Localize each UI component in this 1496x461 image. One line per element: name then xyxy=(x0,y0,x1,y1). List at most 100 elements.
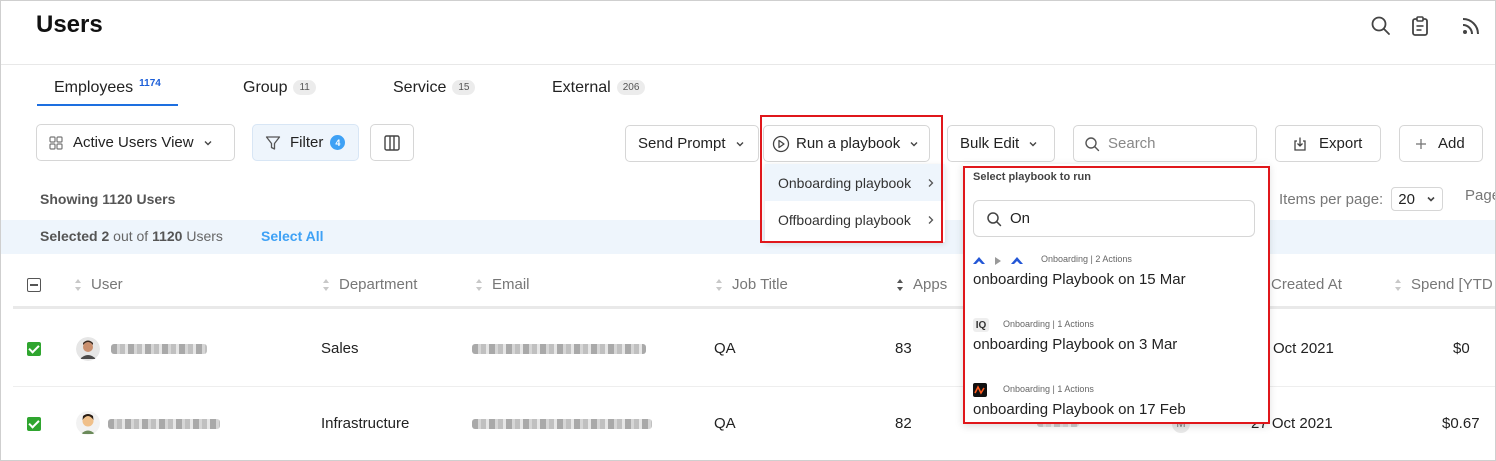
page-title: Users xyxy=(36,11,103,38)
column-label: Email xyxy=(492,276,530,293)
run-playbook-dropdown[interactable]: Run a playbook xyxy=(763,125,930,162)
filter-count-badge: 4 xyxy=(330,135,346,150)
apps-cell: 82 xyxy=(895,415,912,432)
add-button[interactable]: Add xyxy=(1399,125,1483,162)
user-search-field[interactable] xyxy=(1073,125,1257,162)
playbook-app-logo-icon xyxy=(973,383,987,397)
search-icon xyxy=(987,211,1002,226)
chevron-down-icon xyxy=(1029,141,1037,146)
filter-button[interactable]: Filter 4 xyxy=(252,124,359,161)
items-per-page-select[interactable]: 20 xyxy=(1391,187,1444,211)
tab-employees[interactable]: Employees 1174 xyxy=(37,69,178,106)
menu-item-offboarding-playbook[interactable]: Offboarding playbook xyxy=(765,201,945,238)
sort-icon xyxy=(323,278,329,291)
job-title-cell: QA xyxy=(714,340,736,357)
user-name-redacted xyxy=(108,419,220,429)
showing-count: Showing 1120 Users xyxy=(40,191,176,207)
tab-external[interactable]: External 206 xyxy=(552,69,646,106)
column-label: User xyxy=(91,276,123,293)
play-circle-icon xyxy=(772,135,790,152)
chevron-down-icon xyxy=(204,140,212,145)
playbook-meta: Onboarding | 2 Actions xyxy=(1041,254,1132,264)
playbook-result[interactable]: IQ Onboarding | 1 Actions onboarding Pla… xyxy=(973,318,1263,379)
active-users-view-dropdown[interactable]: Active Users View xyxy=(36,124,235,161)
tab-count: 206 xyxy=(616,80,646,95)
columns-icon xyxy=(384,134,400,151)
apps-cell: 83 xyxy=(895,340,912,357)
column-header-email[interactable]: Email xyxy=(474,276,530,293)
picker-heading: Select playbook to run xyxy=(973,171,1091,183)
playbook-name: onboarding Playbook on 17 Feb xyxy=(973,401,1186,418)
bulk-edit-dropdown[interactable]: Bulk Edit xyxy=(947,125,1055,162)
playbook-result[interactable]: Onboarding | 1 Actions onboarding Playbo… xyxy=(973,383,1263,424)
chevron-down-icon xyxy=(736,141,744,146)
items-per-page-value: 20 xyxy=(1398,190,1415,208)
column-header-job-title[interactable]: Job Title xyxy=(714,276,788,293)
tab-label: Service xyxy=(393,78,447,96)
row-checkbox[interactable] xyxy=(27,342,41,356)
column-label: Created At xyxy=(1271,276,1342,293)
department-cell: Infrastructure xyxy=(321,415,410,432)
columns-button[interactable] xyxy=(370,124,414,161)
tab-label: External xyxy=(552,78,611,96)
column-header-department[interactable]: Department xyxy=(321,276,417,293)
column-header-apps[interactable]: Apps xyxy=(895,276,947,293)
tab-count: 11 xyxy=(293,80,316,95)
menu-item-label: Offboarding playbook xyxy=(778,211,911,228)
column-label: Spend [YTD xyxy=(1411,276,1493,293)
selection-bar xyxy=(1,220,1495,254)
export-icon xyxy=(1294,137,1306,151)
playbook-app-logo: IQ xyxy=(973,318,989,332)
grid-icon xyxy=(49,135,63,150)
picker-search-input[interactable] xyxy=(1010,210,1240,227)
row-checkbox[interactable] xyxy=(27,417,41,431)
chevron-down-icon xyxy=(910,141,918,146)
out-of-text: out of xyxy=(113,228,149,244)
email-redacted xyxy=(472,344,646,354)
sort-icon xyxy=(897,278,903,291)
playbook-result[interactable]: Onboarding | 2 Actions onboarding Playbo… xyxy=(973,254,1263,314)
send-prompt-dropdown[interactable]: Send Prompt xyxy=(625,125,759,162)
rss-icon[interactable] xyxy=(1460,15,1482,37)
filter-icon xyxy=(265,135,281,150)
page-label: Page xyxy=(1465,187,1495,204)
playbook-app-logos-icon xyxy=(973,257,1023,265)
menu-item-onboarding-playbook[interactable]: Onboarding playbook xyxy=(765,164,945,201)
chevron-right-icon xyxy=(928,178,934,187)
tab-group[interactable]: Group 11 xyxy=(243,69,316,106)
export-button[interactable]: Export xyxy=(1275,125,1381,162)
bulk-edit-label: Bulk Edit xyxy=(960,135,1020,152)
tab-label: Employees xyxy=(54,78,134,96)
select-all-link[interactable]: Select All xyxy=(261,228,324,244)
search-icon[interactable] xyxy=(1370,15,1392,37)
export-label: Export xyxy=(1319,135,1363,152)
column-header-spend[interactable]: Spend [YTD xyxy=(1393,276,1493,293)
search-icon xyxy=(1085,136,1100,151)
header-divider xyxy=(1,64,1495,65)
users-page: Users Employees 1174 Group 11 Service 15… xyxy=(0,0,1496,461)
column-header-user[interactable]: User xyxy=(73,276,123,293)
picker-search-field[interactable] xyxy=(973,200,1255,237)
menu-item-label: Onboarding playbook xyxy=(778,174,912,191)
tab-service[interactable]: Service 15 xyxy=(393,69,476,106)
clipboard-icon[interactable] xyxy=(1409,15,1431,37)
column-label: Job Title xyxy=(732,276,788,293)
search-input[interactable] xyxy=(1108,135,1248,152)
plus-icon xyxy=(1416,138,1426,149)
email-redacted xyxy=(472,419,652,429)
playbook-meta: Onboarding | 1 Actions xyxy=(1003,384,1094,394)
view-label: Active Users View xyxy=(73,134,194,151)
tab-count: 1174 xyxy=(139,78,161,89)
playbook-type-menu: Onboarding playbook Offboarding playbook xyxy=(765,164,945,242)
spend-cell: $0.67 xyxy=(1442,415,1480,432)
select-all-checkbox[interactable] xyxy=(27,278,41,292)
column-label: Apps xyxy=(913,276,948,293)
tab-label: Group xyxy=(243,78,288,96)
created-at-cell: Oct 2021 xyxy=(1273,340,1334,357)
sort-icon xyxy=(476,278,482,291)
selection-summary: Selected 2 out of 1120 Users xyxy=(40,228,223,244)
selected-unit: Users xyxy=(186,228,223,244)
column-header-created-at[interactable]: Created At xyxy=(1271,276,1342,293)
playbook-picker: Select playbook to run Onboarding | 2 Ac… xyxy=(963,164,1269,424)
department-cell: Sales xyxy=(321,340,359,357)
